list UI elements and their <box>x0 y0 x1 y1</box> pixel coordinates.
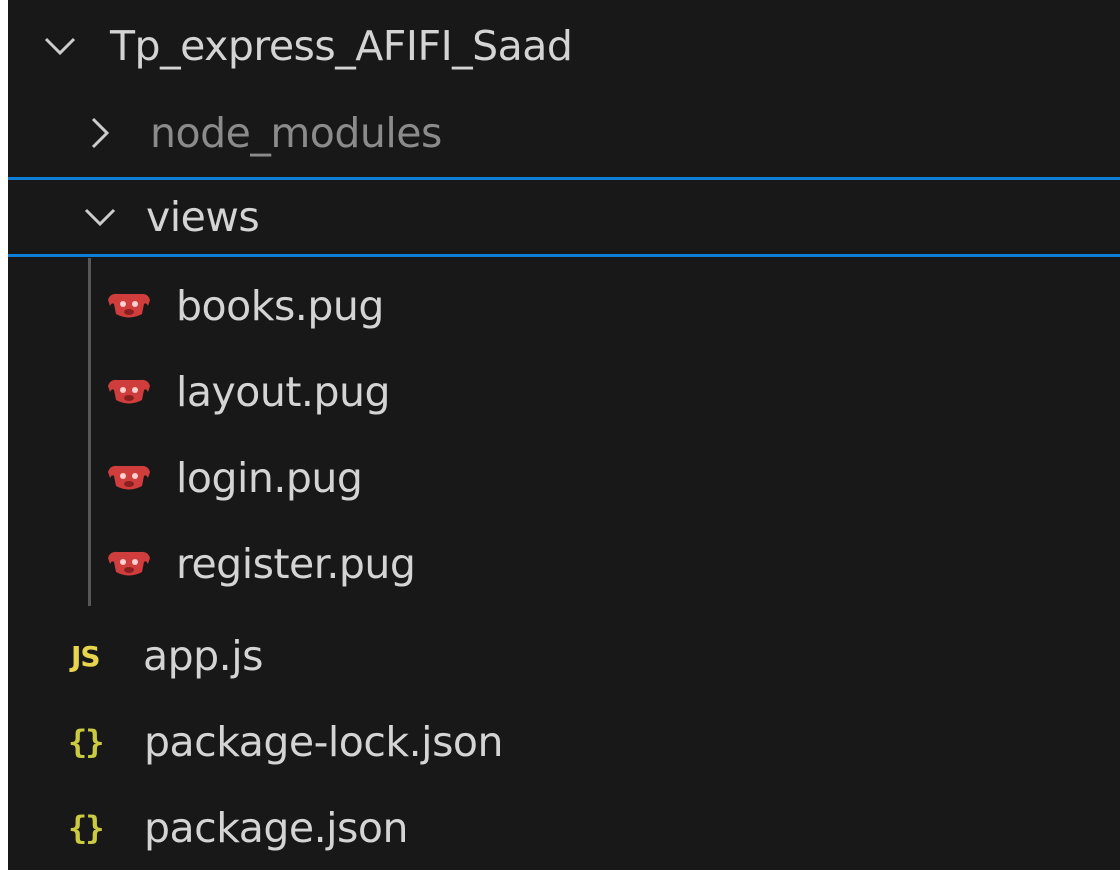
chevron-down-icon[interactable] <box>80 197 120 237</box>
pug-icon <box>108 465 150 490</box>
tree-item-file[interactable]: books.pug <box>8 263 1120 349</box>
chevron-down-icon[interactable] <box>40 26 80 66</box>
tree-item-file[interactable]: {} package.json <box>8 785 1120 871</box>
tree-item-file[interactable]: layout.pug <box>8 349 1120 435</box>
json-icon: {} <box>68 723 105 761</box>
node-modules-label: node_modules <box>150 109 442 157</box>
tree-item-views-folder[interactable]: views <box>8 177 1120 257</box>
root-folder-label: Tp_express_AFIFI_Saad <box>110 22 573 70</box>
tree-item-file[interactable]: register.pug <box>8 521 1120 607</box>
file-label: app.js <box>143 632 263 680</box>
json-icon: {} <box>68 809 105 847</box>
file-label: register.pug <box>176 540 416 588</box>
tree-item-file[interactable]: JS app.js <box>8 613 1120 699</box>
tree-item-root-folder[interactable]: Tp_express_AFIFI_Saad <box>8 5 1120 87</box>
tree-item-file[interactable]: login.pug <box>8 435 1120 521</box>
file-label: package-lock.json <box>144 718 504 766</box>
file-label: package.json <box>144 804 408 852</box>
chevron-right-icon[interactable] <box>80 113 120 153</box>
pug-icon <box>108 379 150 404</box>
tree-item-file[interactable]: {} package-lock.json <box>8 699 1120 785</box>
pug-icon <box>108 293 150 318</box>
js-icon: JS <box>71 639 101 673</box>
file-explorer: Tp_express_AFIFI_Saad node_modules views… <box>8 0 1120 870</box>
views-folder-label: views <box>146 193 260 241</box>
file-label: books.pug <box>176 282 384 330</box>
file-label: layout.pug <box>176 368 391 416</box>
file-label: login.pug <box>176 454 363 502</box>
tree-item-node-modules[interactable]: node_modules <box>8 90 1120 176</box>
pug-icon <box>108 551 150 576</box>
